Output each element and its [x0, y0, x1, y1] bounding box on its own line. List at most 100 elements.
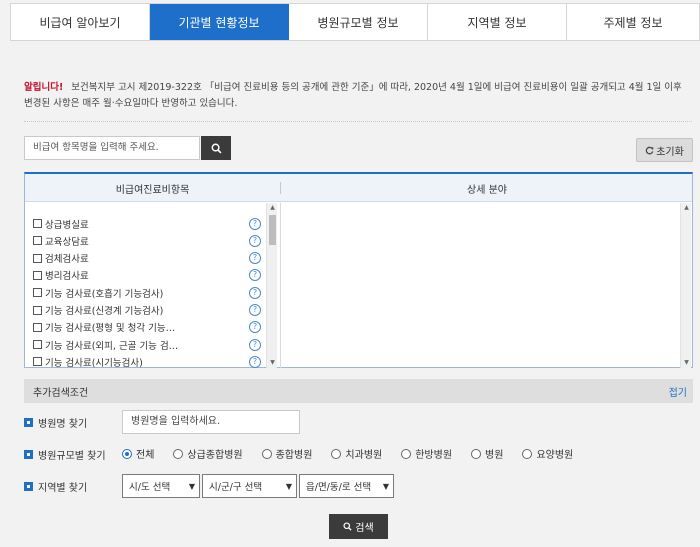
- reset-button[interactable]: 초기화: [636, 138, 693, 162]
- item-label: 상급병실료: [45, 219, 89, 231]
- scroll-thumb[interactable]: [269, 215, 276, 245]
- item-label: 교육상담료: [45, 236, 89, 248]
- size-radio-option[interactable]: 한방병원: [401, 446, 452, 461]
- column-divider: [280, 203, 281, 368]
- item-table: 비급여진료비항목 상세 분야 상급병실료? 교육상담료? 검체검사료? 병리검사료? 기…: [24, 172, 693, 368]
- radio-button[interactable]: [331, 448, 342, 459]
- bullet-icon: [24, 449, 33, 459]
- province-select[interactable]: 시/도 선택 ▼: [122, 474, 200, 498]
- hospital-name-input[interactable]: 병원명을 입력하세요.: [122, 410, 300, 434]
- city-select[interactable]: 시/군/구 선택 ▼: [202, 474, 297, 498]
- item-checkbox[interactable]: [33, 236, 42, 246]
- divider: [24, 121, 692, 122]
- chevron-down-icon: ▼: [285, 481, 292, 491]
- radio-button[interactable]: [122, 448, 132, 459]
- item-checkbox[interactable]: [33, 288, 42, 298]
- radio-label: 한방병원: [415, 450, 453, 461]
- item-checkbox[interactable]: [33, 219, 42, 228]
- chevron-down-icon: ▼: [188, 481, 195, 491]
- item-label: 병리검사료: [45, 271, 89, 283]
- list-item[interactable]: 기능 검사료(외피, 근골 기능 검…?: [33, 336, 265, 353]
- item-checkbox[interactable]: [33, 340, 42, 350]
- list-item[interactable]: 상급병실료?: [33, 215, 265, 232]
- search-button[interactable]: [201, 136, 231, 160]
- province-select-value: 시/도 선택: [129, 482, 171, 493]
- item-label: 기능 검사료(시기능검사): [45, 357, 143, 368]
- help-icon[interactable]: ?: [249, 217, 261, 230]
- size-radio-option[interactable]: 병원: [471, 446, 503, 461]
- list-item[interactable]: 기능 검사료(평형 및 청각 기능…?: [33, 319, 265, 336]
- notice: 알립니다! 보건복지부 고시 제2019-322호 「비급여 진료비용 등의 공개…: [24, 80, 692, 112]
- help-icon[interactable]: ?: [249, 321, 261, 334]
- help-icon[interactable]: ?: [249, 338, 261, 351]
- bullet-icon: [24, 417, 33, 427]
- list-item[interactable]: 기능 검사료(신경계 기능검사)?: [33, 302, 265, 319]
- size-radio-option[interactable]: 상급종합병원: [173, 446, 243, 461]
- city-select-value: 시/군/구 선택: [209, 482, 263, 493]
- size-radio-option[interactable]: 치과병원: [331, 446, 382, 461]
- submit-search-button[interactable]: 검색: [329, 514, 388, 539]
- help-icon[interactable]: ?: [249, 355, 261, 368]
- tab-overview[interactable]: 비급여 알아보기: [11, 4, 150, 40]
- search-icon: [211, 143, 221, 153]
- hospital-size-radio-group: 전체 상급종합병원 종합병원 치과병원 한방병원 병원 요양병원: [122, 446, 592, 461]
- radio-label: 상급종합병원: [187, 450, 243, 461]
- fold-link[interactable]: 접기: [669, 384, 687, 399]
- scroll-up-arrow[interactable]: ▲: [267, 203, 278, 213]
- item-label: 기능 검사료(호흡기 기능검사): [45, 288, 164, 300]
- radio-label: 병원: [485, 450, 504, 461]
- town-select[interactable]: 읍/면/동/로 선택 ▼: [299, 474, 394, 498]
- tab-region[interactable]: 지역별 정보: [428, 4, 567, 40]
- radio-label: 전체: [136, 450, 155, 461]
- radio-button[interactable]: [401, 448, 412, 459]
- radio-button[interactable]: [522, 448, 533, 459]
- list-item[interactable]: 병리검사료?: [33, 267, 265, 284]
- radio-button[interactable]: [261, 448, 272, 459]
- help-icon[interactable]: ?: [249, 252, 261, 265]
- town-select-value: 읍/면/동/로 선택: [306, 482, 372, 493]
- search-icon: [343, 522, 352, 531]
- region-label: 지역별 찾기: [24, 478, 87, 494]
- item-checkbox[interactable]: [33, 253, 42, 263]
- help-icon[interactable]: ?: [249, 286, 261, 299]
- scroll-down-arrow[interactable]: ▼: [267, 358, 278, 368]
- hospital-name-label: 병원명 찾기: [24, 414, 87, 430]
- region-label-text: 지역별 찾기: [38, 482, 88, 494]
- list-item[interactable]: 검체검사료?: [33, 250, 265, 267]
- item-checkbox[interactable]: [33, 305, 42, 315]
- item-checkbox[interactable]: [33, 357, 42, 367]
- radio-label: 요양병원: [536, 450, 574, 461]
- item-search-input[interactable]: 비급여 항목명을 입력해 주세요.: [24, 136, 200, 160]
- size-radio-option[interactable]: 종합병원: [261, 446, 312, 461]
- help-icon[interactable]: ?: [249, 234, 261, 247]
- extra-search-title: 추가검색조건: [33, 387, 89, 399]
- size-radio-option[interactable]: 전체: [122, 446, 154, 461]
- help-icon[interactable]: ?: [249, 304, 261, 316]
- size-radio-option[interactable]: 요양병원: [522, 446, 573, 461]
- table-header: 비급여진료비항목 상세 분야: [25, 174, 692, 202]
- scroll-down-arrow[interactable]: ▼: [681, 358, 692, 368]
- hospital-size-label: 병원규모별 찾기: [24, 446, 106, 462]
- radio-button[interactable]: [471, 448, 482, 459]
- tab-bar: 비급여 알아보기 기관별 현황정보 병원규모별 정보 지역별 정보 주제별 정보: [10, 3, 700, 41]
- list-item[interactable]: 기능 검사료(시기능검사)?: [33, 353, 265, 368]
- item-list-scrollbar[interactable]: ▲ ▼: [266, 203, 277, 368]
- notice-alert-label: 알립니다!: [24, 82, 64, 93]
- scroll-up-arrow[interactable]: ▲: [681, 203, 692, 213]
- item-list: 상급병실료? 교육상담료? 검체검사료? 병리검사료? 기능 검사료(호흡기 기능검사)…: [25, 203, 279, 368]
- radio-button[interactable]: [173, 448, 184, 459]
- chevron-down-icon: ▼: [382, 481, 389, 491]
- refresh-icon: [645, 146, 654, 154]
- item-checkbox[interactable]: [33, 322, 42, 332]
- list-item[interactable]: 교육상담료?: [33, 232, 265, 249]
- tab-institution-info[interactable]: 기관별 현황정보: [150, 4, 289, 40]
- column-header-items: 비급여진료비항목: [115, 184, 190, 196]
- detail-scrollbar[interactable]: ▲ ▼: [680, 203, 691, 368]
- help-icon[interactable]: ?: [249, 269, 261, 282]
- tab-hospital-size[interactable]: 병원규모별 정보: [289, 4, 428, 40]
- tab-topic[interactable]: 주제별 정보: [567, 4, 699, 40]
- item-checkbox[interactable]: [33, 270, 42, 280]
- reset-label: 초기화: [656, 146, 684, 158]
- item-label: 기능 검사료(평형 및 청각 기능…: [45, 323, 176, 335]
- list-item[interactable]: 기능 검사료(호흡기 기능검사)?: [33, 284, 265, 301]
